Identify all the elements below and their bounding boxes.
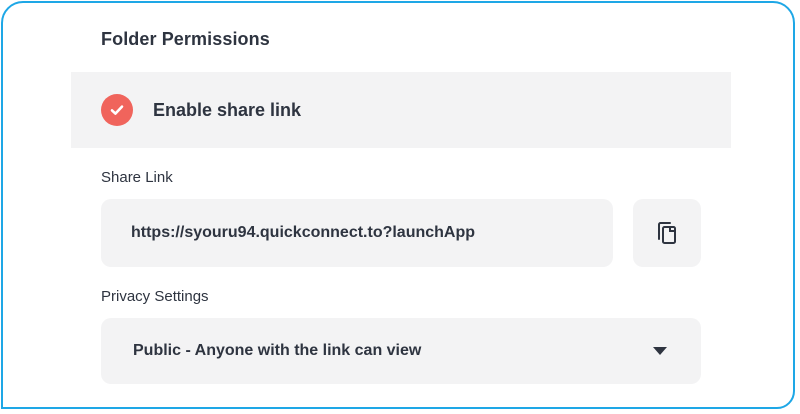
copy-icon bbox=[658, 222, 676, 244]
share-link-url: https://syouru94.quickconnect.to?launchA… bbox=[131, 224, 476, 241]
share-link-field[interactable]: https://syouru94.quickconnect.to?launchA… bbox=[101, 199, 613, 267]
caret-down-icon bbox=[653, 347, 667, 355]
privacy-settings-dropdown[interactable]: Public - Anyone with the link can view bbox=[101, 318, 701, 384]
share-link-toggle-panel[interactable]: Enable share link bbox=[71, 72, 731, 148]
privacy-selected-value: Public - Anyone with the link can view bbox=[133, 342, 422, 359]
enable-share-link-label: Enable share link bbox=[153, 99, 302, 120]
folder-permissions-card: Folder Permissions Enable share link Sha… bbox=[1, 1, 795, 409]
page-title: Folder Permissions bbox=[101, 29, 270, 49]
privacy-settings-label: Privacy Settings bbox=[101, 288, 209, 305]
share-link-label: Share Link bbox=[101, 169, 173, 186]
check-circle-icon[interactable] bbox=[101, 94, 133, 126]
copy-link-button[interactable] bbox=[633, 199, 701, 267]
